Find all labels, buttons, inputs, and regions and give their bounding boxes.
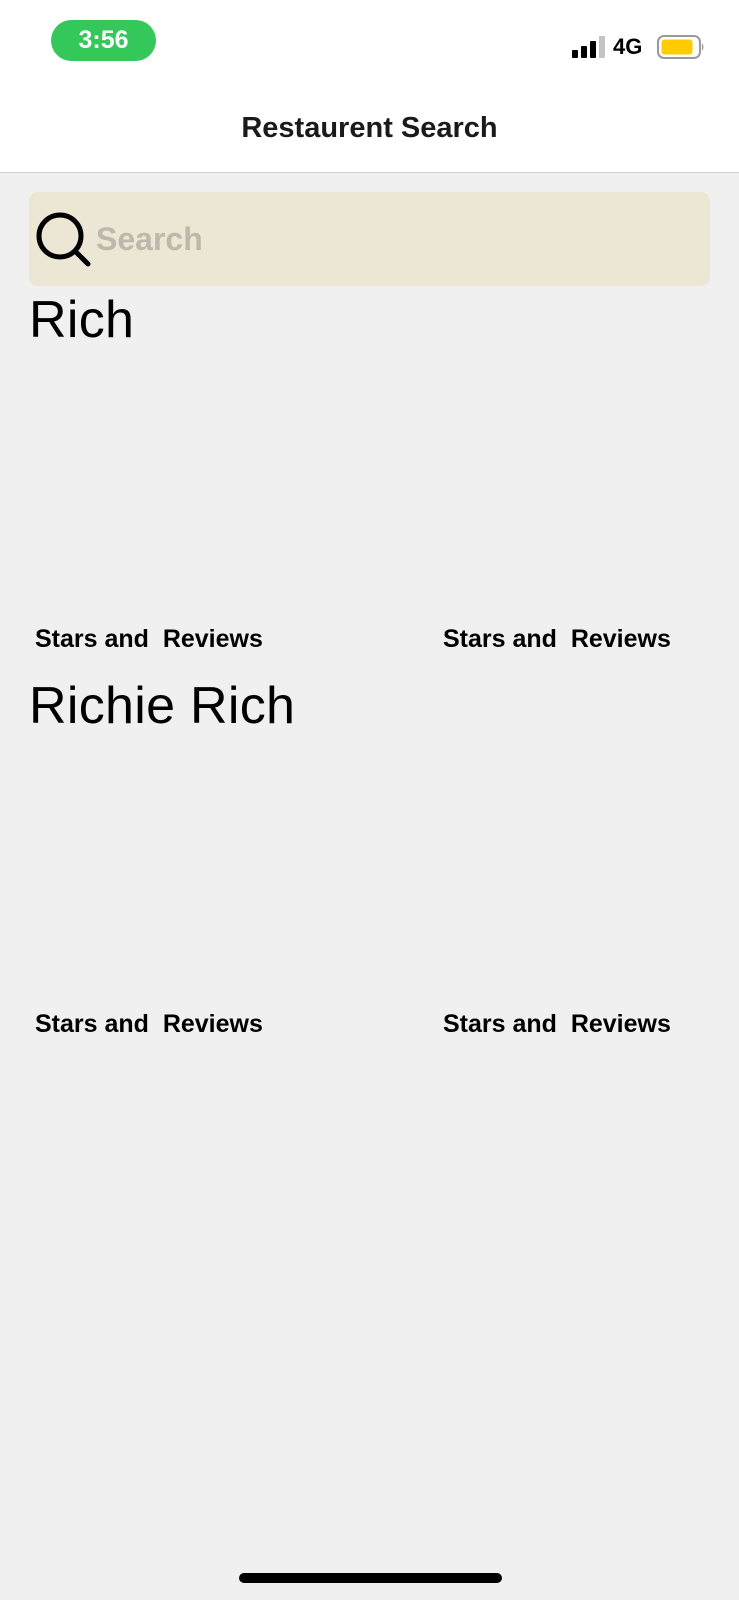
status-bar: 3:56 4G	[0, 0, 739, 90]
restaurant-name[interactable]: Rich	[29, 290, 134, 350]
network-type: 4G	[613, 34, 643, 59]
restaurant-name[interactable]: Richie Rich	[29, 676, 295, 736]
stars-and-reviews-label: Stars and Reviews	[443, 1010, 671, 1038]
search-input[interactable]: Search	[96, 219, 203, 259]
stars-and-reviews-label: Stars and Reviews	[443, 625, 671, 653]
stars-and-reviews-label: Stars and Reviews	[35, 625, 263, 653]
navigation-bar: Restaurent Search	[0, 90, 739, 173]
home-indicator[interactable]	[239, 1573, 502, 1583]
signal-icon	[572, 36, 605, 58]
stars-and-reviews-label: Stars and Reviews	[35, 1010, 263, 1038]
search-icon	[36, 212, 91, 267]
status-time[interactable]: 3:56	[51, 20, 156, 61]
page-title: Restaurent Search	[241, 112, 498, 144]
battery-icon	[657, 35, 704, 59]
search-bar[interactable]: Search	[29, 192, 710, 286]
